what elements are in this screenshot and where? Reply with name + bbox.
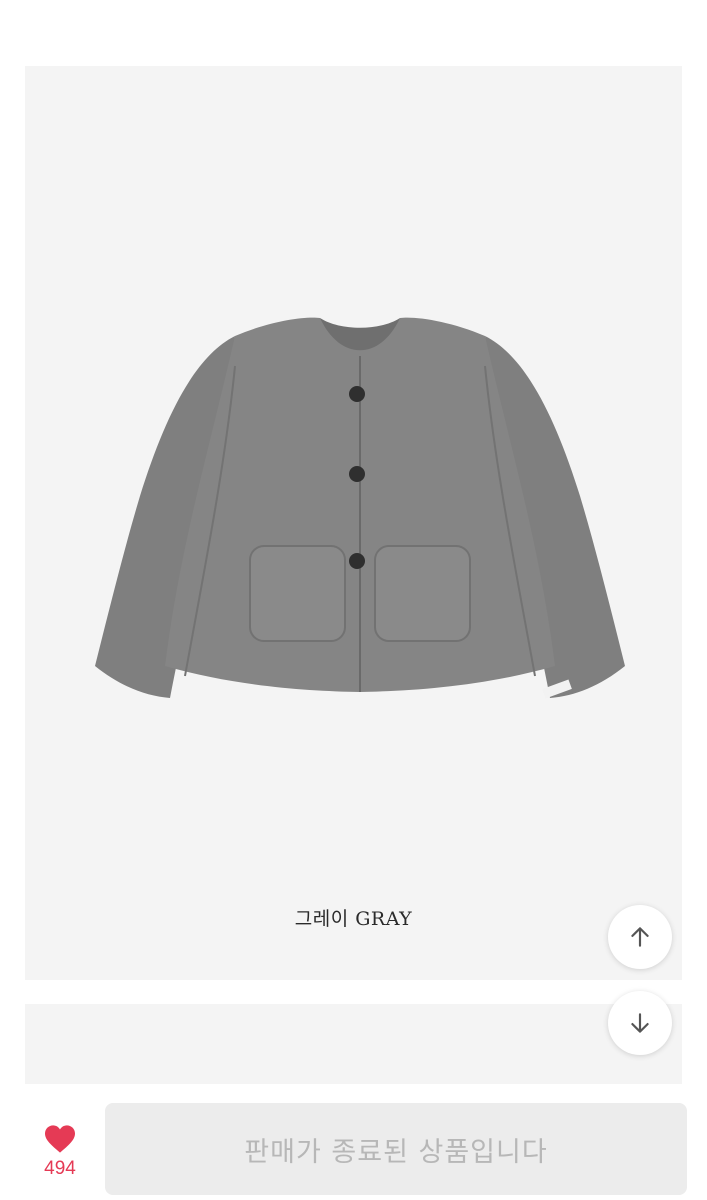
like-button[interactable]: 494 bbox=[28, 1120, 92, 1190]
arrow-up-icon bbox=[631, 927, 649, 947]
heart-icon bbox=[45, 1125, 75, 1153]
scroll-down-button[interactable] bbox=[608, 991, 672, 1055]
product-detail-page: 그레이 GRAY 494 판매가 종료된 상품입니다 bbox=[0, 0, 707, 1200]
product-image-card: 그레이 GRAY bbox=[25, 66, 682, 980]
arrow-down-icon bbox=[631, 1013, 649, 1033]
color-option-caption: 그레이 GRAY bbox=[294, 908, 413, 930]
like-count: 494 bbox=[44, 1158, 76, 1179]
jacket-image bbox=[95, 317, 625, 699]
product-image-card-next bbox=[25, 1004, 682, 1084]
sold-out-button: 판매가 종료된 상품입니다 bbox=[105, 1103, 687, 1195]
scroll-up-button[interactable] bbox=[608, 905, 672, 969]
